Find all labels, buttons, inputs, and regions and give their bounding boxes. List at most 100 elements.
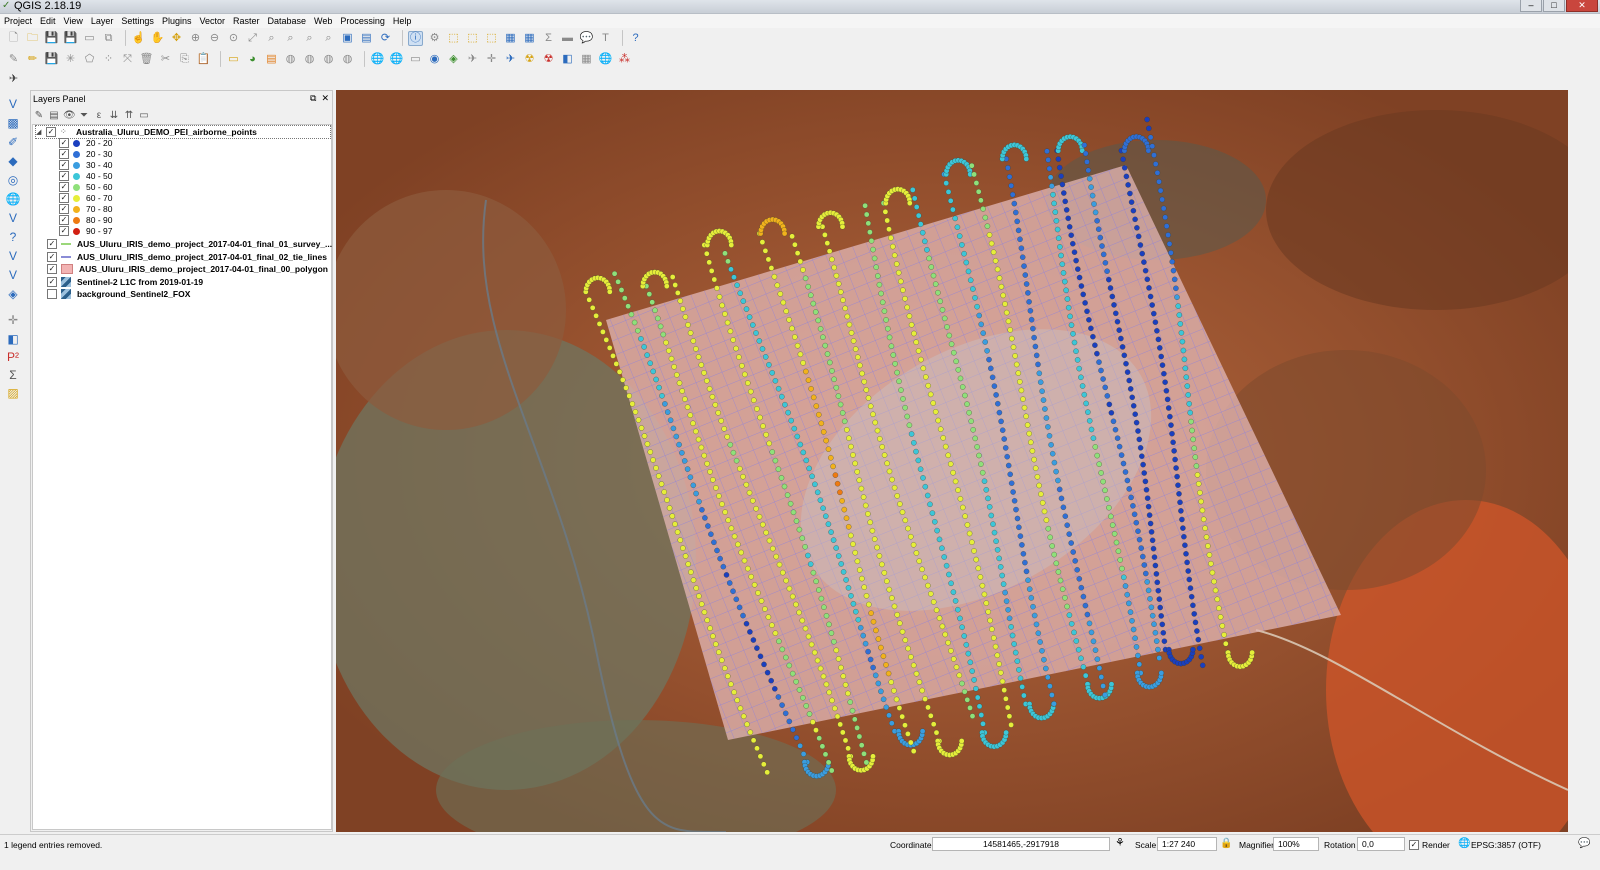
legend-class-checkbox[interactable]: ✓ (59, 215, 69, 225)
add-delimited-text-icon[interactable]: ? (4, 229, 22, 245)
menu-vector[interactable]: Vector (195, 14, 229, 28)
filter-by-expression-icon[interactable]: ε (93, 110, 105, 122)
add-group-icon[interactable]: ▤ (48, 110, 60, 122)
scale-field[interactable]: 1:27 240 (1157, 837, 1217, 851)
layer-checkbox[interactable]: ✓ (46, 127, 56, 137)
add-postgis-layer-icon[interactable]: ✐ (4, 134, 22, 150)
rotation-field[interactable]: 0,0 (1357, 837, 1405, 851)
label-icon[interactable]: ▭ (226, 52, 241, 67)
menu-help[interactable]: Help (389, 14, 416, 28)
composer-manager-icon[interactable]: ⧉ (101, 31, 116, 46)
menu-settings[interactable]: Settings (117, 14, 158, 28)
cut-features-icon[interactable]: ✂ (158, 52, 173, 67)
add-feature-icon[interactable]: ✳ (63, 52, 78, 67)
airborne-plugin-icon[interactable]: ✈ (465, 52, 480, 67)
ruler-icon[interactable]: ▨ (4, 385, 22, 401)
legend-class-checkbox[interactable]: ✓ (59, 149, 69, 159)
print-composer-icon[interactable]: ▭ (82, 31, 97, 46)
add-virtual-layer-icon[interactable]: V (4, 248, 22, 264)
select-by-value-icon[interactable]: ⬚ (465, 31, 480, 46)
legend-class-checkbox[interactable]: ✓ (59, 138, 69, 148)
add-csw-icon[interactable]: ▭ (408, 52, 423, 67)
map-canvas[interactable] (336, 90, 1568, 832)
new-map-view-icon[interactable]: ▣ (340, 31, 355, 46)
close-panel-button[interactable]: ✕ (321, 93, 329, 104)
measure-icon[interactable]: ▬ (560, 31, 575, 46)
save-edits-icon[interactable]: 💾 (44, 52, 59, 67)
legend-class-checkbox[interactable]: ✓ (59, 193, 69, 203)
maximize-button[interactable]: □ (1543, 0, 1565, 12)
zoom-selection-icon[interactable]: ⌕ (264, 31, 279, 46)
messages-icon[interactable]: 💬 (1578, 838, 1590, 850)
layer-row[interactable]: ✓ AUS_Uluru_IRIS_demo_project_2017-04-01_… (47, 263, 328, 275)
paste-features-icon[interactable]: 📋 (196, 52, 211, 67)
layer-checkbox[interactable]: ✓ (47, 276, 57, 287)
new-shapefile-icon[interactable]: V (4, 267, 22, 283)
touch-zoom-icon[interactable]: ☝ (131, 31, 146, 46)
filter-legend-icon[interactable]: ⏷ (78, 110, 90, 122)
zoom-native-icon[interactable]: ⊙ (226, 31, 241, 46)
render-checkbox[interactable]: ✓ (1409, 838, 1423, 850)
pan-icon[interactable]: ✋ (150, 31, 165, 46)
menu-raster[interactable]: Raster (229, 14, 264, 28)
new-spatialite-icon[interactable]: ◈ (4, 286, 22, 302)
legend-class-checkbox[interactable]: ✓ (59, 204, 69, 214)
legend-class-checkbox[interactable]: ✓ (59, 160, 69, 170)
new-project-icon[interactable]: 🗋 (6, 31, 21, 46)
zoom-in-icon[interactable]: ⊕ (188, 31, 203, 46)
zoom-last-icon[interactable]: ⌕ (302, 31, 317, 46)
crs-globe-icon[interactable]: 🌐 (1458, 838, 1470, 850)
toggle-extents-icon[interactable]: ⚘ (1115, 837, 1125, 849)
crs-status[interactable]: EPSG:3857 (OTF) (1471, 839, 1541, 851)
toggle-editing-icon[interactable]: ✏ (25, 52, 40, 67)
cube-icon[interactable]: ◧ (560, 52, 575, 67)
menu-project[interactable]: Project (0, 14, 36, 28)
current-edits-icon[interactable]: ✎ (6, 52, 21, 67)
node-tool-icon[interactable]: ⁘ (101, 52, 116, 67)
menu-plugins[interactable]: Plugins (158, 14, 196, 28)
close-button[interactable]: ✕ (1566, 0, 1598, 12)
menu-edit[interactable]: Edit (36, 14, 60, 28)
add-polygon-icon[interactable]: ⬠ (82, 52, 97, 67)
minimize-button[interactable]: ‒ (1520, 0, 1542, 12)
flight-plan-icon[interactable]: ✈ (6, 72, 21, 87)
add-wms-layer-side-icon[interactable]: 🌐 (4, 191, 22, 207)
zoom-full-icon[interactable]: ⤢ (245, 31, 260, 46)
help-icon[interactable]: ? (628, 31, 643, 46)
float-panel-button[interactable]: ⧉ (310, 93, 316, 104)
remove-layer-icon[interactable]: ▭ (138, 110, 150, 122)
pan-to-selection-icon[interactable]: ✥ (169, 31, 184, 46)
map-tips-icon[interactable]: 💬 (579, 31, 594, 46)
field-calculator-icon[interactable]: ▦ (522, 31, 537, 46)
layer-checkbox[interactable]: ✓ (47, 239, 57, 249)
run-feature-action-icon[interactable]: ⚙ (427, 31, 442, 46)
gps-icon[interactable]: ✛ (4, 312, 22, 328)
collapse-arrow-icon[interactable]: ◢ (36, 128, 44, 136)
statistical-summary-icon[interactable]: Σ (541, 31, 556, 46)
drone-icon[interactable]: ✈ (503, 52, 518, 67)
menu-view[interactable]: View (60, 14, 87, 28)
globe-dropdown-icon[interactable]: 🌐 (598, 52, 613, 67)
text-annotation-icon[interactable]: T (598, 31, 613, 46)
legend-class-row[interactable]: ✓ 90 - 97 (59, 225, 112, 237)
radiation-red-icon[interactable]: ☢ (541, 52, 556, 67)
menu-processing[interactable]: Processing (336, 14, 389, 28)
deselect-all-icon[interactable]: ⬚ (484, 31, 499, 46)
layer-checkbox[interactable]: ✓ (47, 251, 57, 262)
menu-web[interactable]: Web (310, 14, 336, 28)
add-wcs-layer-icon[interactable]: V (4, 210, 22, 226)
rotate-label-icon[interactable]: ◍ (321, 52, 336, 67)
python-console-icon[interactable]: ◉ (427, 52, 442, 67)
layer-row[interactable]: ✓ AUS_Uluru_IRIS_demo_project_2017-04-01_… (47, 238, 332, 250)
show-labels-icon[interactable]: ◍ (283, 52, 298, 67)
manage-visibility-icon[interactable]: 👁 (63, 110, 76, 122)
change-label-icon[interactable]: ◍ (340, 52, 355, 67)
cube-side-icon[interactable]: ◧ (4, 331, 22, 347)
menu-layer[interactable]: Layer (87, 14, 118, 28)
refresh-icon[interactable]: ⟳ (378, 31, 393, 46)
menu-database[interactable]: Database (264, 14, 311, 28)
diagram-icon[interactable]: ◕ (245, 52, 260, 67)
open-project-icon[interactable]: 🗀 (25, 31, 40, 46)
legend-class-checkbox[interactable]: ✓ (59, 226, 69, 236)
move-label-icon[interactable]: ◍ (302, 52, 317, 67)
